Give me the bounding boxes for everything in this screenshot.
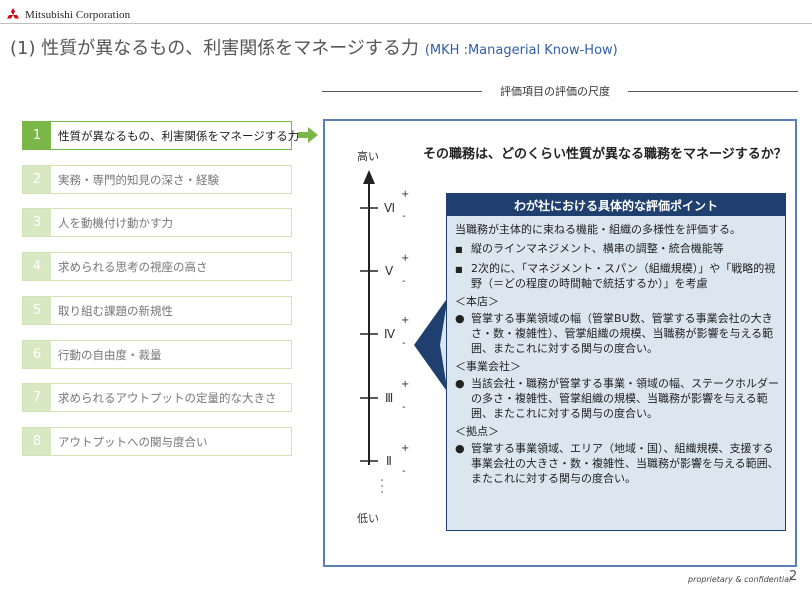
- section-text: 管掌する事業領域の幅（管掌BU数、管掌する事業会社の大きさ・数・複雑性）、管掌組…: [471, 312, 774, 355]
- page-title: (1) 性質が異なるもの、利害関係をマネージする力 (MKH :Manageria…: [10, 34, 618, 60]
- pointer-triangle-icon: [414, 300, 447, 390]
- confidential-note: proprietary & confidential: [688, 575, 792, 584]
- company-logo: Mitsubishi Corporation: [6, 8, 130, 22]
- section-title: ＜拠点＞: [455, 425, 499, 438]
- level-label: Ⅴ: [385, 264, 394, 278]
- header-divider: [0, 23, 812, 24]
- three-diamonds-logo-icon: [7, 8, 19, 19]
- item-label: 人を動機付け動かす力: [58, 215, 173, 230]
- item-label: 求められるアウトプットの定量的な大きさ: [58, 390, 277, 405]
- minus-sign: -: [402, 402, 406, 413]
- list-item[interactable]: 3 人を動機付け動かす力: [22, 208, 292, 237]
- minus-sign: -: [402, 466, 406, 477]
- list-item[interactable]: 5 取り組む課題の新規性: [22, 296, 292, 325]
- page-title-text: (1) 性質が異なるもの、利害関係をマネージする力: [10, 38, 419, 59]
- level-label: Ⅲ: [385, 391, 394, 405]
- level-label: Ⅵ: [384, 201, 396, 215]
- plus-sign: +: [401, 253, 410, 264]
- square-bullet: ■ 2次的に、「マネジメント・スパン（組織規模）」や「戦略的視野（＝どの程度の時…: [455, 261, 779, 291]
- list-item[interactable]: 6 行動の自由度・裁量: [22, 340, 292, 369]
- square-bullet-icon: ■: [455, 265, 463, 274]
- minus-sign: -: [402, 276, 406, 287]
- page-number: 2: [789, 569, 798, 584]
- dot-bullet: ● 管掌する事業領域の幅（管掌BU数、管掌する事業会社の大きさ・数・複雑性）、管…: [455, 311, 779, 356]
- heading-rule-left: [322, 91, 482, 92]
- axis-low-label: 低い: [357, 512, 379, 525]
- item-label: 実務・専門的知見の深さ・経験: [58, 172, 219, 187]
- panel-heading: わが社における具体的な評価ポイント: [447, 194, 785, 216]
- list-item[interactable]: 4 求められる思考の視座の高さ: [22, 252, 292, 281]
- panel-body: 当職務が主体的に束ねる機能・組織の多様性を評価する。 ■ 縦のラインマネジメント…: [455, 222, 779, 486]
- minus-sign: -: [402, 211, 406, 222]
- list-item[interactable]: 8 アウトプットへの関与度合い: [22, 427, 292, 456]
- level-label: Ⅳ: [384, 327, 396, 341]
- plus-sign: +: [401, 379, 410, 390]
- item-label: アウトプットへの関与度合い: [58, 434, 208, 449]
- item-label: 行動の自由度・裁量: [58, 347, 162, 362]
- list-item[interactable]: 7 求められるアウトプットの定量的な大きさ: [22, 383, 292, 412]
- continuation-dot: [381, 491, 383, 493]
- item-label: 性質が異なるもの、利害関係をマネージする力: [58, 128, 300, 143]
- section-title: ＜本店＞: [455, 295, 499, 308]
- item-label: 求められる思考の視座の高さ: [58, 259, 208, 274]
- square-bullet-icon: ■: [455, 245, 463, 254]
- panel-intro: 当職務が主体的に束ねる機能・組織の多様性を評価する。: [455, 223, 741, 236]
- list-item[interactable]: 1 性質が異なるもの、利害関係をマネージする力: [22, 121, 299, 150]
- continuation-dot: [381, 485, 383, 487]
- square-bullet: ■ 縦のラインマネジメント、横串の調整・統合機能等: [455, 241, 779, 257]
- scale-heading: 評価項目の評価の尺度: [500, 85, 610, 98]
- plus-sign: +: [401, 189, 410, 200]
- dot-bullet: ● 管掌する事業領域、エリア（地域・国）、組織規模、支援する事業会社の大きさ・数…: [455, 441, 779, 486]
- dot-bullet: ● 当該会社・職務が管掌する事業・領域の幅、ステークホルダーの多さ・複雑性、管掌…: [455, 376, 779, 421]
- bullet-text: 縦のラインマネジメント、横串の調整・統合機能等: [471, 242, 724, 255]
- heading-rule-right: [628, 91, 798, 92]
- section-title: ＜事業会社＞: [455, 360, 521, 373]
- plus-sign: +: [401, 443, 410, 454]
- dot-bullet-icon: ●: [455, 312, 465, 325]
- list-item[interactable]: 2 実務・専門的知見の深さ・経験: [22, 165, 292, 194]
- item-number: 7: [23, 384, 51, 411]
- level-label: Ⅱ: [386, 454, 392, 468]
- item-number: 8: [23, 428, 51, 455]
- continuation-dot: [381, 479, 383, 481]
- company-name: Mitsubishi Corporation: [25, 9, 131, 21]
- section-text: 管掌する事業領域、エリア（地域・国）、組織規模、支援する事業会社の大きさ・数・複…: [471, 442, 779, 485]
- item-number: 6: [23, 341, 51, 368]
- page-subtitle: (MKH :Managerial Know-How): [424, 43, 618, 58]
- item-label: 取り組む課題の新規性: [58, 303, 173, 318]
- bullet-text: 2次的に、「マネジメント・スパン（組織規模）」や「戦略的視野（＝どの程度の時間軸…: [471, 262, 776, 290]
- item-number: 2: [23, 166, 51, 193]
- section-text: 当該会社・職務が管掌する事業・領域の幅、ステークホルダーの多さ・複雑性、管掌組織…: [471, 377, 779, 420]
- minus-sign: -: [402, 338, 406, 349]
- item-number: 1: [23, 122, 51, 149]
- arrow-right-icon: [298, 127, 318, 143]
- plus-sign: +: [401, 315, 410, 326]
- dot-bullet-icon: ●: [455, 442, 465, 455]
- item-number: 4: [23, 253, 51, 280]
- evaluation-points-panel: わが社における具体的な評価ポイント 当職務が主体的に束ねる機能・組織の多様性を評…: [446, 193, 786, 531]
- item-number: 5: [23, 297, 51, 324]
- dot-bullet-icon: ●: [455, 377, 465, 390]
- scale-question: その職務は、どのくらい性質が異なる職務をマネージするか？: [423, 147, 787, 162]
- item-number: 3: [23, 209, 51, 236]
